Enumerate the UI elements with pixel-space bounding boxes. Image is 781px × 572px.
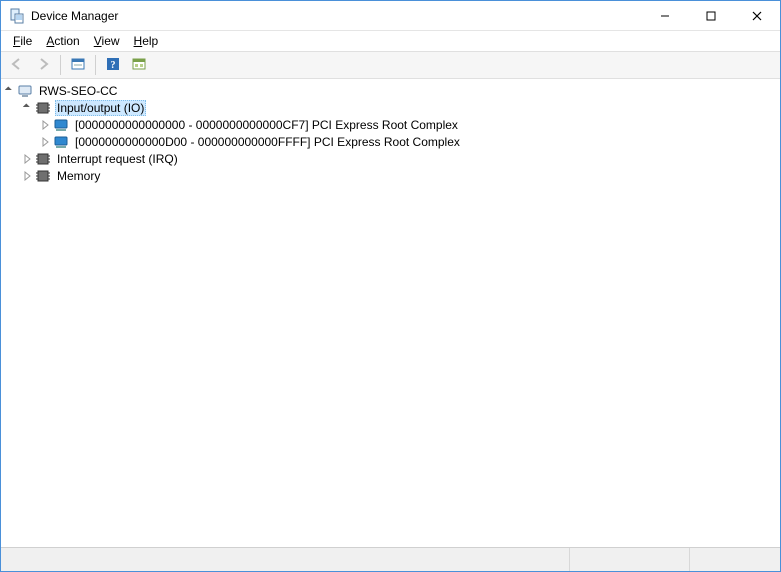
expand-arrow-icon[interactable] (3, 84, 17, 98)
tree-io-child-label: [0000000000000000 - 0000000000000CF7] PC… (73, 118, 460, 132)
tree-view[interactable]: RWS-SEO-CC Input/output (IO) [0000000000… (1, 79, 780, 547)
system-device-icon (53, 134, 69, 150)
tree-io-row[interactable]: Input/output (IO) (1, 99, 780, 116)
toolbar-back-button[interactable] (5, 54, 29, 76)
window-controls (642, 1, 780, 30)
system-device-icon (53, 117, 69, 133)
titlebar: Device Manager (1, 1, 780, 31)
status-pane (690, 548, 780, 571)
close-button[interactable] (734, 1, 780, 31)
status-pane (570, 548, 690, 571)
app-icon (9, 8, 25, 24)
resources-view-icon (131, 57, 147, 74)
svg-text:?: ? (111, 60, 116, 71)
toolbar-separator (60, 55, 61, 75)
resource-chip-icon (35, 100, 51, 116)
tree-irq-row[interactable]: Interrupt request (IRQ) (1, 150, 780, 167)
properties-icon (70, 57, 86, 74)
tree-memory-label: Memory (55, 169, 102, 183)
resource-chip-icon (35, 151, 51, 167)
minimize-button[interactable] (642, 1, 688, 31)
expand-arrow-icon[interactable] (21, 152, 35, 166)
arrow-left-icon (9, 57, 25, 74)
status-pane (1, 548, 570, 571)
toolbar-view-button[interactable] (127, 54, 151, 76)
expand-arrow-icon[interactable] (21, 169, 35, 183)
toolbar-forward-button[interactable] (31, 54, 55, 76)
tree-io-label: Input/output (IO) (55, 100, 146, 116)
menu-help[interactable]: Help (128, 33, 165, 49)
toolbar-properties-button[interactable] (66, 54, 90, 76)
window-title: Device Manager (31, 9, 642, 23)
toolbar: ? (1, 51, 780, 79)
computer-icon (17, 83, 33, 99)
menubar: File Action View Help (1, 31, 780, 51)
tree-io-child-row[interactable]: [0000000000000D00 - 000000000000FFFF] PC… (1, 133, 780, 150)
tree-io-child-label: [0000000000000D00 - 000000000000FFFF] PC… (73, 135, 462, 149)
tree-irq-label: Interrupt request (IRQ) (55, 152, 180, 166)
help-icon: ? (105, 57, 121, 74)
expand-arrow-icon[interactable] (21, 101, 35, 115)
menu-view[interactable]: View (88, 33, 126, 49)
toolbar-help-button[interactable]: ? (101, 54, 125, 76)
expand-arrow-icon[interactable] (39, 118, 53, 132)
tree-io-child-row[interactable]: [0000000000000000 - 0000000000000CF7] PC… (1, 116, 780, 133)
tree-root-label: RWS-SEO-CC (37, 84, 119, 98)
device-manager-window: Device Manager File Action View Help (0, 0, 781, 572)
menu-action[interactable]: Action (40, 33, 85, 49)
tree-memory-row[interactable]: Memory (1, 167, 780, 184)
resource-chip-icon (35, 168, 51, 184)
tree-root-row[interactable]: RWS-SEO-CC (1, 82, 780, 99)
expand-arrow-icon[interactable] (39, 135, 53, 149)
maximize-button[interactable] (688, 1, 734, 31)
arrow-right-icon (35, 57, 51, 74)
toolbar-separator (95, 55, 96, 75)
menu-file[interactable]: File (7, 33, 38, 49)
statusbar (1, 547, 780, 571)
